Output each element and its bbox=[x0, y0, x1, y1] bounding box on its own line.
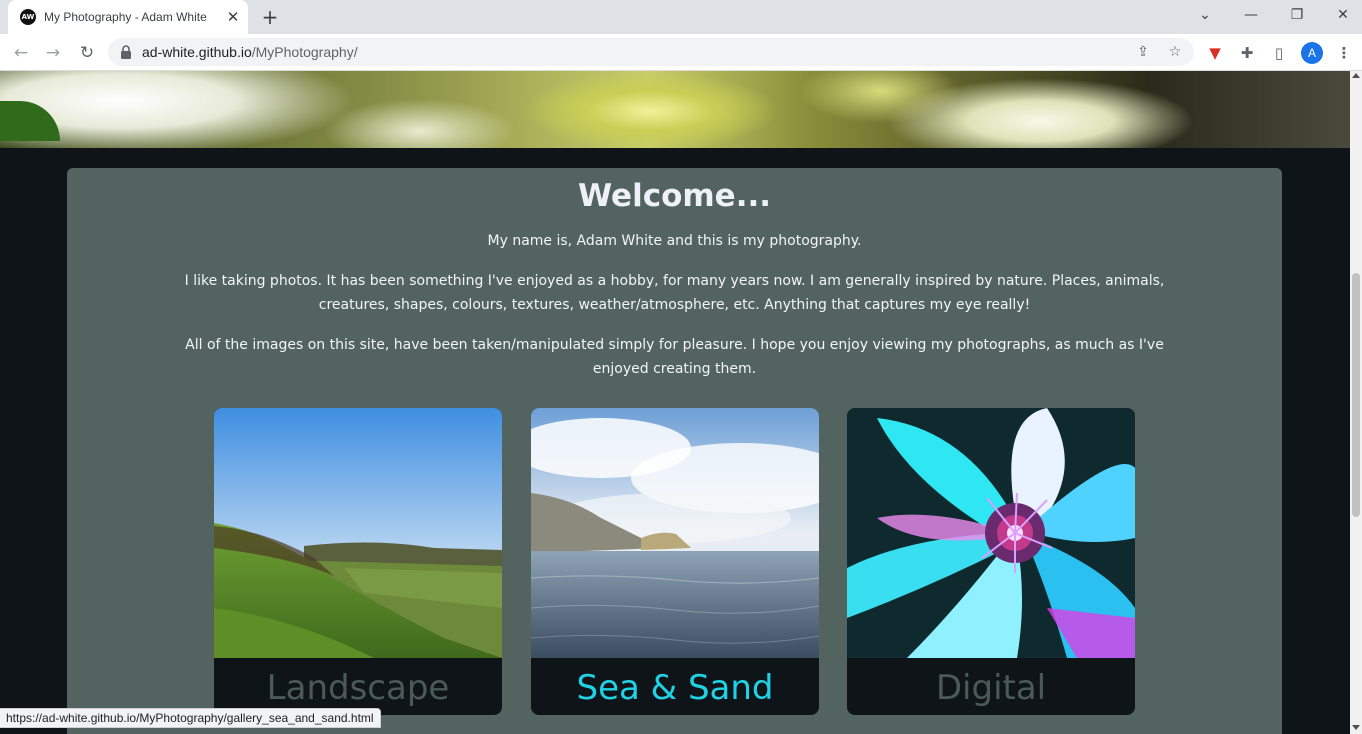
scroll-up-arrow-icon[interactable] bbox=[1352, 73, 1360, 78]
tab-search-chevron-down-icon[interactable]: ⌄ bbox=[1182, 0, 1228, 30]
url-path: /MyPhotography/ bbox=[251, 44, 358, 60]
gallery-label-landscape: Landscape bbox=[266, 668, 450, 708]
intro-paragraph-pleasure: All of the images on this site, have bee… bbox=[185, 337, 1164, 377]
url-text[interactable]: ad-white.github.io/MyPhotography/ bbox=[142, 44, 358, 60]
tab-title: My Photography - Adam White bbox=[44, 10, 207, 24]
tab-strip: AW My Photography - Adam White ✕ + ⌄ — ❐… bbox=[0, 0, 1362, 34]
forward-arrow-icon[interactable]: → bbox=[40, 40, 66, 66]
intro-paragraph-hobby: I like taking photos. It has been someth… bbox=[184, 273, 1165, 313]
site-favicon-icon: AW bbox=[20, 9, 36, 25]
bookmark-star-icon[interactable]: ☆ bbox=[1164, 41, 1186, 63]
lock-icon bbox=[121, 45, 131, 59]
extension-shield-icon[interactable]: ▼ bbox=[1202, 40, 1228, 66]
tab-close-icon[interactable]: ✕ bbox=[224, 8, 242, 26]
page-title: Welcome... bbox=[577, 178, 772, 214]
window-close-icon[interactable]: ✕ bbox=[1320, 0, 1362, 30]
page-viewport: Welcome... My name is, Adam White and th… bbox=[0, 71, 1350, 734]
browser-toolbar: ← → ↻ ad-white.github.io/MyPhotography/ … bbox=[0, 34, 1362, 71]
page-scrollbar[interactable] bbox=[1350, 71, 1362, 734]
new-tab-icon[interactable]: + bbox=[258, 5, 282, 29]
extensions-puzzle-icon[interactable]: ✚ bbox=[1234, 40, 1260, 66]
gallery-card-sea-and-sand[interactable]: Sea & Sand bbox=[531, 408, 819, 715]
scroll-down-arrow-icon[interactable] bbox=[1352, 725, 1360, 730]
side-panel-icon[interactable]: ▯ bbox=[1266, 40, 1292, 66]
hero-leaf bbox=[0, 101, 60, 141]
reload-icon[interactable]: ↻ bbox=[74, 40, 100, 66]
share-icon[interactable]: ⇪ bbox=[1132, 41, 1154, 63]
address-bar[interactable]: ad-white.github.io/MyPhotography/ ⇪ ☆ bbox=[108, 38, 1194, 66]
restore-icon[interactable]: ❐ bbox=[1274, 0, 1320, 30]
landscape-thumbnail bbox=[214, 408, 502, 658]
gallery-label-digital: Digital bbox=[935, 668, 1047, 708]
hero-flower-banner bbox=[0, 71, 1350, 148]
gallery-card-landscape[interactable]: Landscape bbox=[214, 408, 502, 715]
sea-and-sand-thumbnail bbox=[531, 408, 819, 658]
back-arrow-icon[interactable]: ← bbox=[8, 40, 34, 66]
gallery-label-sea-and-sand: Sea & Sand bbox=[576, 668, 774, 708]
link-status-bubble: https://ad-white.github.io/MyPhotography… bbox=[0, 708, 381, 728]
url-host: ad-white.github.io bbox=[142, 44, 252, 60]
profile-avatar[interactable]: A bbox=[1301, 42, 1323, 64]
minimize-icon[interactable]: — bbox=[1228, 0, 1274, 30]
tab-my-photography[interactable]: AW My Photography - Adam White ✕ bbox=[8, 0, 248, 34]
intro-paragraph-name: My name is, Adam White and this is my ph… bbox=[487, 233, 862, 249]
gallery-card-digital[interactable]: Digital bbox=[847, 408, 1135, 715]
digital-thumbnail bbox=[847, 408, 1135, 658]
scrollbar-thumb[interactable] bbox=[1352, 273, 1360, 517]
kebab-menu-icon[interactable]: ⋮ bbox=[1331, 40, 1357, 66]
welcome-panel: Welcome... My name is, Adam White and th… bbox=[67, 168, 1282, 734]
